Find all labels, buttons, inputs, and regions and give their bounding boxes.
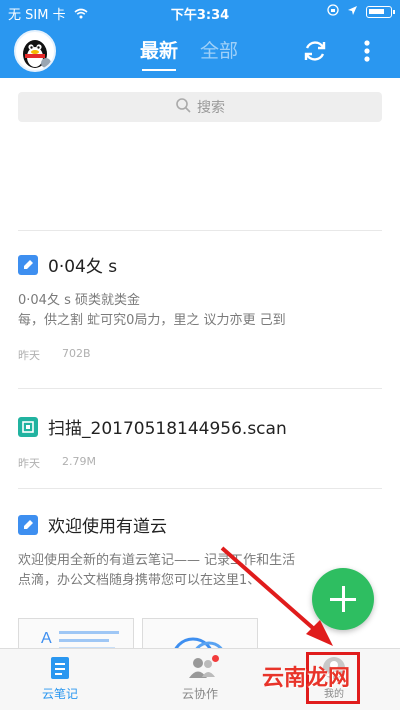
nav-label: 云协作 xyxy=(181,687,218,701)
red-arrow-annotation xyxy=(220,546,333,646)
notes-icon xyxy=(47,655,73,681)
watermark: 云南龙网 xyxy=(262,666,351,691)
nav-collaboration[interactable]: 云协作 xyxy=(160,655,240,702)
nav-cloud-notes[interactable]: 云笔记 xyxy=(20,655,100,702)
nav-label: 云笔记 xyxy=(41,687,78,701)
notification-dot xyxy=(212,655,219,662)
people-icon xyxy=(187,655,215,681)
